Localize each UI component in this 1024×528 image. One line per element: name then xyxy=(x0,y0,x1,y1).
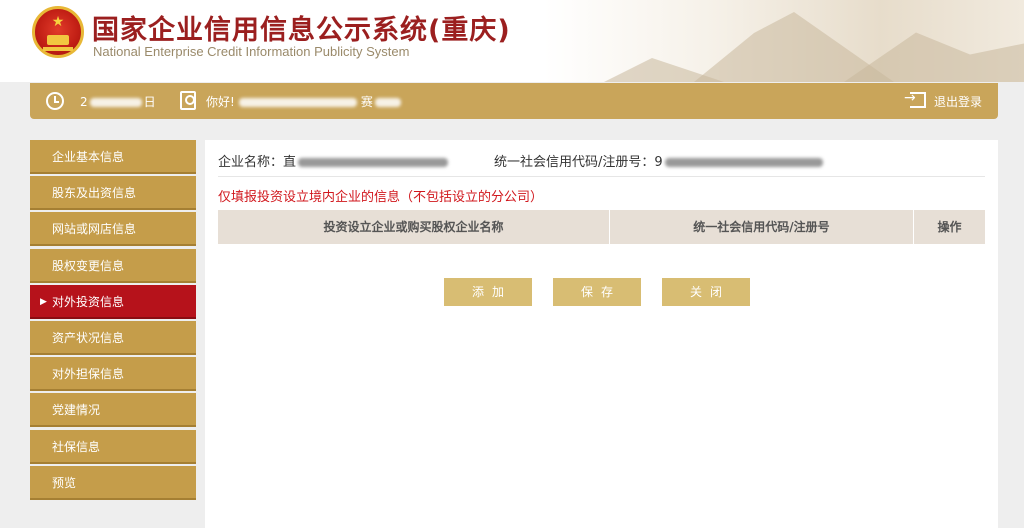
sidebar-item-party-building[interactable]: 党建情况 xyxy=(30,393,196,428)
save-button[interactable]: 保存 xyxy=(553,278,641,306)
divider xyxy=(218,176,985,177)
sidebar-nav: 企业基本信息 股东及出资信息 网站或网店信息 股权变更信息 ▶ 对外投资信息 资产… xyxy=(30,140,196,502)
sidebar-item-preview[interactable]: 预览 xyxy=(30,465,196,500)
close-button[interactable]: 关闭 xyxy=(662,278,750,306)
mountain-banner xyxy=(544,0,1024,82)
user-info-bar: 2日 你好!赛 退出登录 xyxy=(30,83,998,119)
credit-code-row: 统一社会信用代码/注册号：9 xyxy=(494,151,823,170)
clock-icon xyxy=(46,92,64,110)
sidebar-item-website[interactable]: 网站或网店信息 xyxy=(30,212,196,247)
credit-code-label: 统一社会信用代码/注册号： xyxy=(494,155,655,170)
sidebar-item-social-security[interactable]: 社保信息 xyxy=(30,429,196,464)
investment-table-header: 投资设立企业或购买股权企业名称 统一社会信用代码/注册号 操作 xyxy=(218,210,985,244)
sidebar-item-equity-change[interactable]: 股权变更信息 xyxy=(30,248,196,283)
column-header-credit-code: 统一社会信用代码/注册号 xyxy=(610,210,914,244)
sidebar-item-basic-info[interactable]: 企业基本信息 xyxy=(30,140,196,174)
company-name-label: 企业名称： xyxy=(218,155,284,170)
user-icon xyxy=(180,91,196,110)
site-title: 国家企业信用信息公示系统(重庆) xyxy=(92,15,511,46)
user-greeting: 你好! 赛 xyxy=(206,93,401,110)
action-buttons: 添加 保存 关闭 xyxy=(444,278,771,306)
site-subtitle: National Enterprise Credit Information P… xyxy=(93,44,410,59)
site-header: ★ 国家企业信用信息公示系统(重庆) National Enterprise C… xyxy=(0,0,1024,82)
logout-icon xyxy=(904,90,926,108)
company-name-value: 直 xyxy=(283,155,297,170)
column-header-actions: 操作 xyxy=(937,220,962,234)
sidebar-item-outbound-investment[interactable]: ▶ 对外投资信息 xyxy=(30,284,196,319)
active-arrow-icon: ▶ xyxy=(40,296,47,307)
sidebar-item-shareholders[interactable]: 股东及出资信息 xyxy=(30,176,196,211)
logout-label: 退出登录 xyxy=(933,95,982,109)
company-name-row: 企业名称：直 xyxy=(218,151,449,170)
add-button[interactable]: 添加 xyxy=(444,278,532,306)
sidebar-item-guarantee[interactable]: 对外担保信息 xyxy=(30,357,196,392)
national-emblem-icon: ★ xyxy=(32,6,84,58)
column-header-company-name: 投资设立企业或购买股权企业名称 xyxy=(218,210,610,244)
main-panel: 企业名称：直 统一社会信用代码/注册号：9 仅填报投资设立境内企业的信息（不包括… xyxy=(205,140,998,528)
logout-button[interactable]: 退出登录 xyxy=(904,90,982,110)
investment-notice: 仅填报投资设立境内企业的信息（不包括设立的分公司） xyxy=(218,190,544,205)
sidebar-item-assets[interactable]: 资产状况信息 xyxy=(30,320,196,355)
current-date: 2日 xyxy=(80,95,156,109)
credit-code-value: 9 xyxy=(654,155,663,170)
